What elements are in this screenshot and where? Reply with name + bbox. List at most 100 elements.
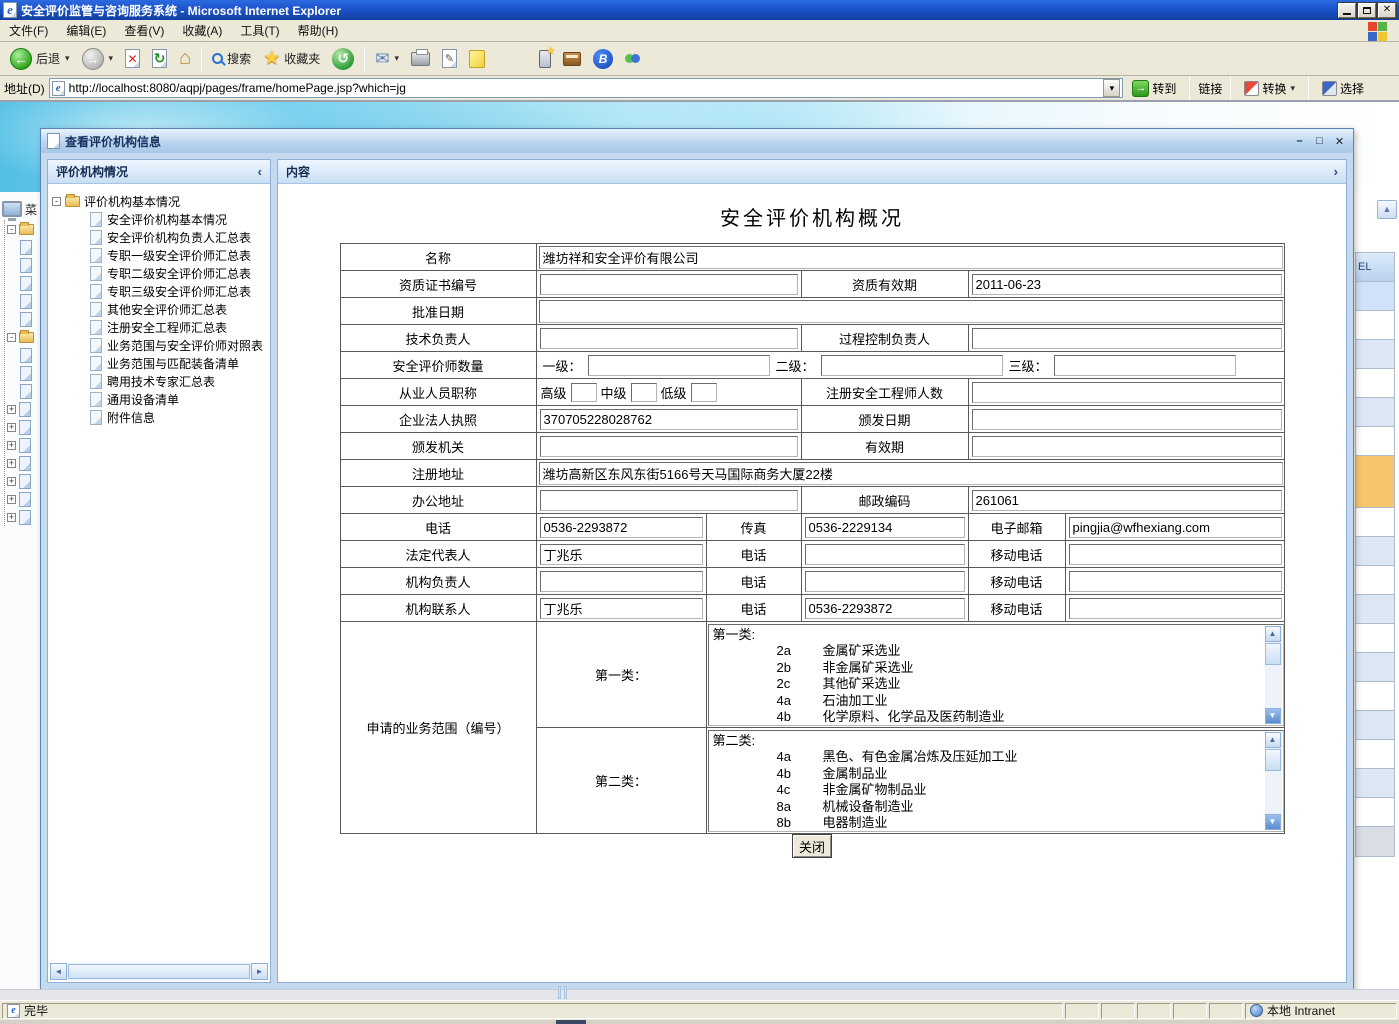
- middle-field[interactable]: [631, 383, 657, 402]
- grid-row[interactable]: [1355, 398, 1395, 427]
- select-button[interactable]: 选择: [1317, 79, 1369, 98]
- grid-row[interactable]: [1355, 624, 1395, 653]
- address-dropdown-button[interactable]: ▾: [1103, 79, 1120, 97]
- go-button[interactable]: → 转到: [1127, 79, 1181, 98]
- sidebar-item-other-assessors[interactable]: 其他安全评价师汇总表: [52, 300, 266, 318]
- grid-row[interactable]: [1355, 427, 1395, 456]
- search-button[interactable]: 搜索: [206, 47, 257, 70]
- email-field[interactable]: [1069, 517, 1282, 538]
- office-addr-field[interactable]: [540, 490, 798, 511]
- scroll-up-button[interactable]: ▲: [1377, 200, 1397, 219]
- grid-row-highlighted[interactable]: [1355, 456, 1395, 508]
- grid-row[interactable]: [1355, 537, 1395, 566]
- sidebar-item-basic-info[interactable]: 安全评价机构基本情况: [52, 210, 266, 228]
- menu-file[interactable]: 文件(F): [0, 19, 57, 42]
- messenger-button[interactable]: [619, 49, 646, 69]
- home-button[interactable]: ⌂: [173, 44, 197, 73]
- back-button[interactable]: ← 后退 ▾: [4, 45, 76, 73]
- menu-view[interactable]: 查看(V): [115, 19, 173, 42]
- class1-scrollbar[interactable]: ▲ ▼: [1265, 626, 1282, 724]
- grid-row[interactable]: [1355, 711, 1395, 740]
- name-field[interactable]: [539, 246, 1283, 269]
- scroll-down-button[interactable]: ▼: [1265, 814, 1281, 830]
- refresh-button[interactable]: ↻: [146, 46, 173, 71]
- tree-node[interactable]: [7, 238, 40, 256]
- research-button[interactable]: [557, 49, 587, 69]
- mobile-favorites-button[interactable]: ★: [533, 47, 557, 71]
- sidebar-item-registered-engineers[interactable]: 注册安全工程师汇总表: [52, 318, 266, 336]
- grid-row[interactable]: [1355, 653, 1395, 682]
- menu-tools[interactable]: 工具(T): [231, 19, 288, 42]
- process-head-field[interactable]: [972, 328, 1282, 349]
- grid-row[interactable]: [1355, 682, 1395, 711]
- scrollbar-thumb[interactable]: [1265, 643, 1281, 665]
- tree-node[interactable]: [7, 310, 40, 328]
- tree-node[interactable]: [7, 292, 40, 310]
- sidebar-item-hired-experts[interactable]: 聘用技术专家汇总表: [52, 372, 266, 390]
- tree-node[interactable]: [7, 256, 40, 274]
- bluetooth-button[interactable]: B: [587, 46, 619, 72]
- grid-row[interactable]: [1355, 769, 1395, 798]
- license-field[interactable]: [540, 409, 798, 430]
- tree-node[interactable]: +: [7, 472, 40, 490]
- valid-period-field[interactable]: [972, 436, 1282, 457]
- restore-button[interactable]: [1358, 3, 1376, 18]
- sidebar-item-level1-assessors[interactable]: 专职一级安全评价师汇总表: [52, 246, 266, 264]
- history-button[interactable]: ↺: [326, 45, 360, 73]
- modal-maximize-button[interactable]: □: [1312, 134, 1327, 148]
- tree-node[interactable]: [7, 346, 40, 364]
- reg-addr-field[interactable]: [539, 462, 1283, 485]
- postcode-field[interactable]: [972, 490, 1282, 511]
- grid-header-cell[interactable]: EL: [1355, 252, 1395, 282]
- scroll-right-button[interactable]: ►: [251, 963, 268, 980]
- contact-field[interactable]: [540, 598, 703, 619]
- grid-row[interactable]: [1355, 740, 1395, 769]
- mail-button[interactable]: ✉ ▾: [369, 46, 405, 72]
- grid-row[interactable]: [1355, 369, 1395, 398]
- class2-listbox[interactable]: 第二类: 4a黑色、有色金属冶炼及压延加工业 4b金属制品业 4c非金属矿物制品…: [708, 730, 1284, 832]
- modal-close-button[interactable]: ✕: [1332, 134, 1347, 148]
- scroll-down-button[interactable]: ▼: [1265, 708, 1281, 724]
- minimize-button[interactable]: [1338, 3, 1356, 18]
- tree-node[interactable]: [7, 382, 40, 400]
- stop-button[interactable]: ✕: [119, 46, 146, 71]
- scrollbar-thumb[interactable]: [68, 964, 250, 979]
- contact-mobile-field[interactable]: [1069, 598, 1282, 619]
- cert-no-field[interactable]: [540, 274, 798, 295]
- scroll-up-button[interactable]: ▲: [1265, 732, 1281, 748]
- senior-field[interactable]: [571, 383, 597, 402]
- tree-node[interactable]: +: [7, 508, 40, 526]
- close-button[interactable]: ✕: [1378, 3, 1396, 18]
- class2-scrollbar[interactable]: ▲ ▼: [1265, 732, 1282, 830]
- tree-node[interactable]: [7, 364, 40, 382]
- grid-row[interactable]: [1355, 798, 1395, 827]
- tech-head-field[interactable]: [540, 328, 798, 349]
- resize-handle[interactable]: [558, 986, 561, 999]
- sidebar-item-head-summary[interactable]: 安全评价机构负责人汇总表: [52, 228, 266, 246]
- tree-node[interactable]: +: [7, 436, 40, 454]
- sidebar-item-scope-assessor-map[interactable]: 业务范围与安全评价师对照表: [52, 336, 266, 354]
- expand-panel-icon[interactable]: ›: [1334, 164, 1338, 179]
- print-button[interactable]: [405, 49, 436, 69]
- issue-date-field[interactable]: [972, 409, 1282, 430]
- collapse-panel-icon[interactable]: ‹: [258, 164, 262, 179]
- tree-collapse-icon[interactable]: -: [52, 197, 61, 206]
- convert-button[interactable]: 转换 ▾: [1239, 79, 1300, 98]
- org-head-mobile-field[interactable]: [1069, 571, 1282, 592]
- reg-engineer-field[interactable]: [972, 382, 1282, 403]
- tree-node[interactable]: +: [7, 418, 40, 436]
- tree-node[interactable]: +: [7, 454, 40, 472]
- tree-node[interactable]: -: [7, 328, 40, 346]
- phone-field[interactable]: [540, 517, 703, 538]
- sidebar-item-attachments[interactable]: 附件信息: [52, 408, 266, 426]
- messenger-note-button[interactable]: [463, 47, 491, 71]
- sidebar-item-level3-assessors[interactable]: 专职三级安全评价师汇总表: [52, 282, 266, 300]
- legal-rep-mobile-field[interactable]: [1069, 544, 1282, 565]
- grid-row[interactable]: [1355, 566, 1395, 595]
- legal-rep-phone-field[interactable]: [805, 544, 965, 565]
- tree-node[interactable]: -: [7, 220, 40, 238]
- close-form-button[interactable]: 关闭: [792, 834, 832, 858]
- grid-row[interactable]: [1355, 595, 1395, 624]
- modal-minimize-button[interactable]: –: [1292, 134, 1307, 148]
- scrollbar-thumb[interactable]: [1265, 749, 1281, 771]
